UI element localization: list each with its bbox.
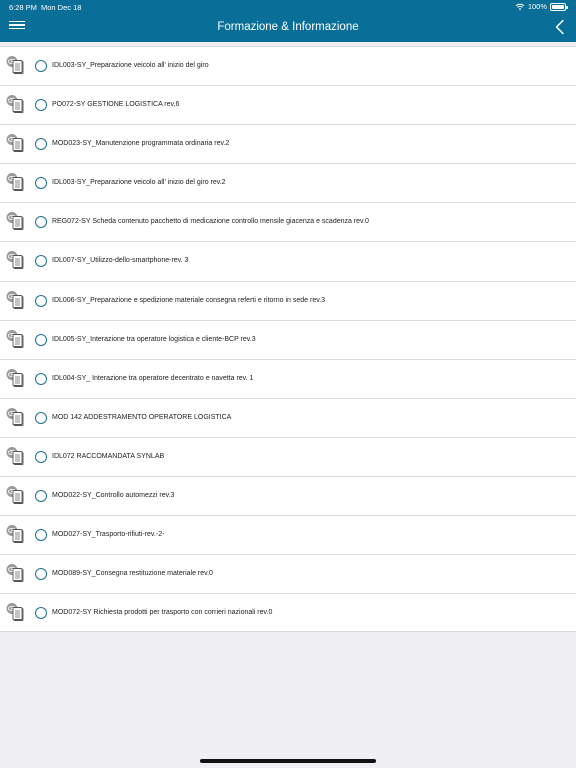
battery-icon — [550, 2, 568, 11]
home-indicator[interactable] — [200, 759, 376, 763]
status-date: Mon Dec 18 — [41, 3, 82, 12]
selection-radio[interactable] — [35, 490, 47, 503]
document-title: MOD023-SY_Manutenzione programmata ordin… — [52, 140, 230, 148]
document-title: MOD 142 ADDESTRAMENTO OPERATORE LOGISTIC… — [52, 413, 232, 421]
document-view-icon[interactable] — [5, 368, 25, 388]
document-title: IDL003-SY_Preparazione veicolo all' iniz… — [52, 62, 209, 69]
document-title: IDL007-SY_Utilizzo-dello-smartphone-rev.… — [52, 257, 189, 265]
document-title: IDL005-SY_Interazione tra operatore logi… — [52, 335, 256, 343]
document-view-icon[interactable] — [5, 251, 25, 270]
status-time: 6:28 PM — [9, 3, 37, 12]
document-title: IDL006-SY_Preparazione e spedizione mate… — [52, 296, 326, 304]
selection-radio[interactable] — [35, 99, 47, 112]
document-view-icon[interactable] — [5, 486, 25, 505]
document-view-icon[interactable] — [5, 329, 25, 349]
document-title: MOD027-SY_Trasporto-rifiuti-rev.-2- — [52, 531, 165, 539]
document-title: IDL072 RACCOMANDATA SYNLAB — [52, 452, 165, 460]
list-item[interactable]: IDL005-SY_Interazione tra operatore logi… — [0, 321, 576, 360]
document-view-icon[interactable] — [5, 446, 25, 466]
list-item[interactable]: MOD022-SY_Controllo automezzi rev.3 — [0, 477, 576, 517]
list-item[interactable]: IDL072 RACCOMANDATA SYNLAB — [0, 438, 576, 478]
document-view-icon[interactable] — [5, 95, 25, 114]
chevron-left-icon[interactable] — [554, 19, 566, 35]
document-view-icon[interactable] — [5, 134, 25, 153]
document-view-icon[interactable] — [5, 290, 25, 310]
list-item[interactable]: REG072-SY Scheda contenuto pacchetto di … — [0, 203, 576, 243]
document-title: MOD072-SY Richiesta prodotti per traspor… — [52, 609, 273, 617]
selection-radio[interactable] — [35, 255, 47, 268]
selection-radio[interactable] — [35, 294, 47, 307]
document-title: PO072-SY GESTIONE LOGISTICA rev,6 — [52, 101, 180, 109]
list-item[interactable]: IDL007-SY_Utilizzo-dello-smartphone-rev.… — [0, 242, 576, 282]
battery-level — [552, 4, 564, 9]
list-item[interactable]: PO072-SY GESTIONE LOGISTICA rev,6 — [0, 86, 576, 126]
document-view-icon[interactable] — [5, 212, 25, 231]
list-item[interactable]: MOD023-SY_Manutenzione programmata ordin… — [0, 125, 576, 165]
page-title: Formazione & Informazione — [217, 21, 359, 33]
list-item[interactable]: IDL003-SY_Preparazione veicolo all' iniz… — [0, 164, 576, 204]
document-view-icon[interactable] — [5, 407, 25, 427]
list-item[interactable]: MOD089-SY_Consegna restituzione material… — [0, 555, 576, 595]
selection-radio[interactable] — [35, 333, 47, 346]
document-title: IDL004-SY_ Interazione tra operatore dec… — [52, 374, 254, 382]
document-view-icon[interactable] — [5, 525, 25, 544]
document-title: IDL003-SY_Preparazione veicolo all' iniz… — [52, 179, 226, 187]
selection-radio[interactable] — [35, 450, 47, 463]
document-view-icon[interactable] — [5, 173, 25, 192]
selection-radio[interactable] — [35, 138, 47, 151]
status-bar: 6:28 PM Mon Dec 18 100% — [0, 0, 576, 14]
document-view-icon[interactable] — [5, 56, 25, 75]
selection-radio[interactable] — [35, 177, 47, 190]
list-item[interactable]: IDL004-SY_ Interazione tra operatore dec… — [0, 360, 576, 399]
selection-radio[interactable] — [35, 411, 47, 424]
selection-radio[interactable] — [35, 529, 47, 542]
selection-radio[interactable] — [35, 216, 47, 229]
list-item[interactable]: MOD027-SY_Trasporto-rifiuti-rev.-2- — [0, 516, 576, 556]
status-indicators: 100% — [515, 2, 568, 11]
navigation-header: 6:28 PM Mon Dec 18 100% Formazione & Inf… — [0, 0, 576, 42]
document-view-icon[interactable] — [5, 564, 25, 583]
document-title: MOD089-SY_Consegna restituzione material… — [52, 570, 213, 578]
document-view-icon[interactable] — [5, 603, 25, 622]
document-title: REG072-SY Scheda contenuto pacchetto di … — [52, 218, 369, 226]
wifi-icon — [515, 3, 525, 10]
list-item[interactable]: IDL006-SY_Preparazione e spedizione mate… — [0, 282, 576, 321]
list-item[interactable]: MOD072-SY Richiesta prodotti per traspor… — [0, 594, 576, 633]
selection-radio[interactable] — [35, 607, 47, 620]
document-title: MOD022-SY_Controllo automezzi rev.3 — [52, 492, 175, 500]
battery-percentage: 100% — [527, 2, 547, 11]
list-item[interactable]: IDL003-SY_Preparazione veicolo all' iniz… — [0, 47, 576, 87]
list-item[interactable]: MOD 142 ADDESTRAMENTO OPERATORE LOGISTIC… — [0, 399, 576, 438]
document-list: IDL003-SY_Preparazione veicolo all' iniz… — [0, 46, 576, 632]
selection-radio[interactable] — [35, 568, 47, 581]
selection-radio[interactable] — [35, 372, 47, 385]
selection-radio[interactable] — [35, 60, 47, 72]
